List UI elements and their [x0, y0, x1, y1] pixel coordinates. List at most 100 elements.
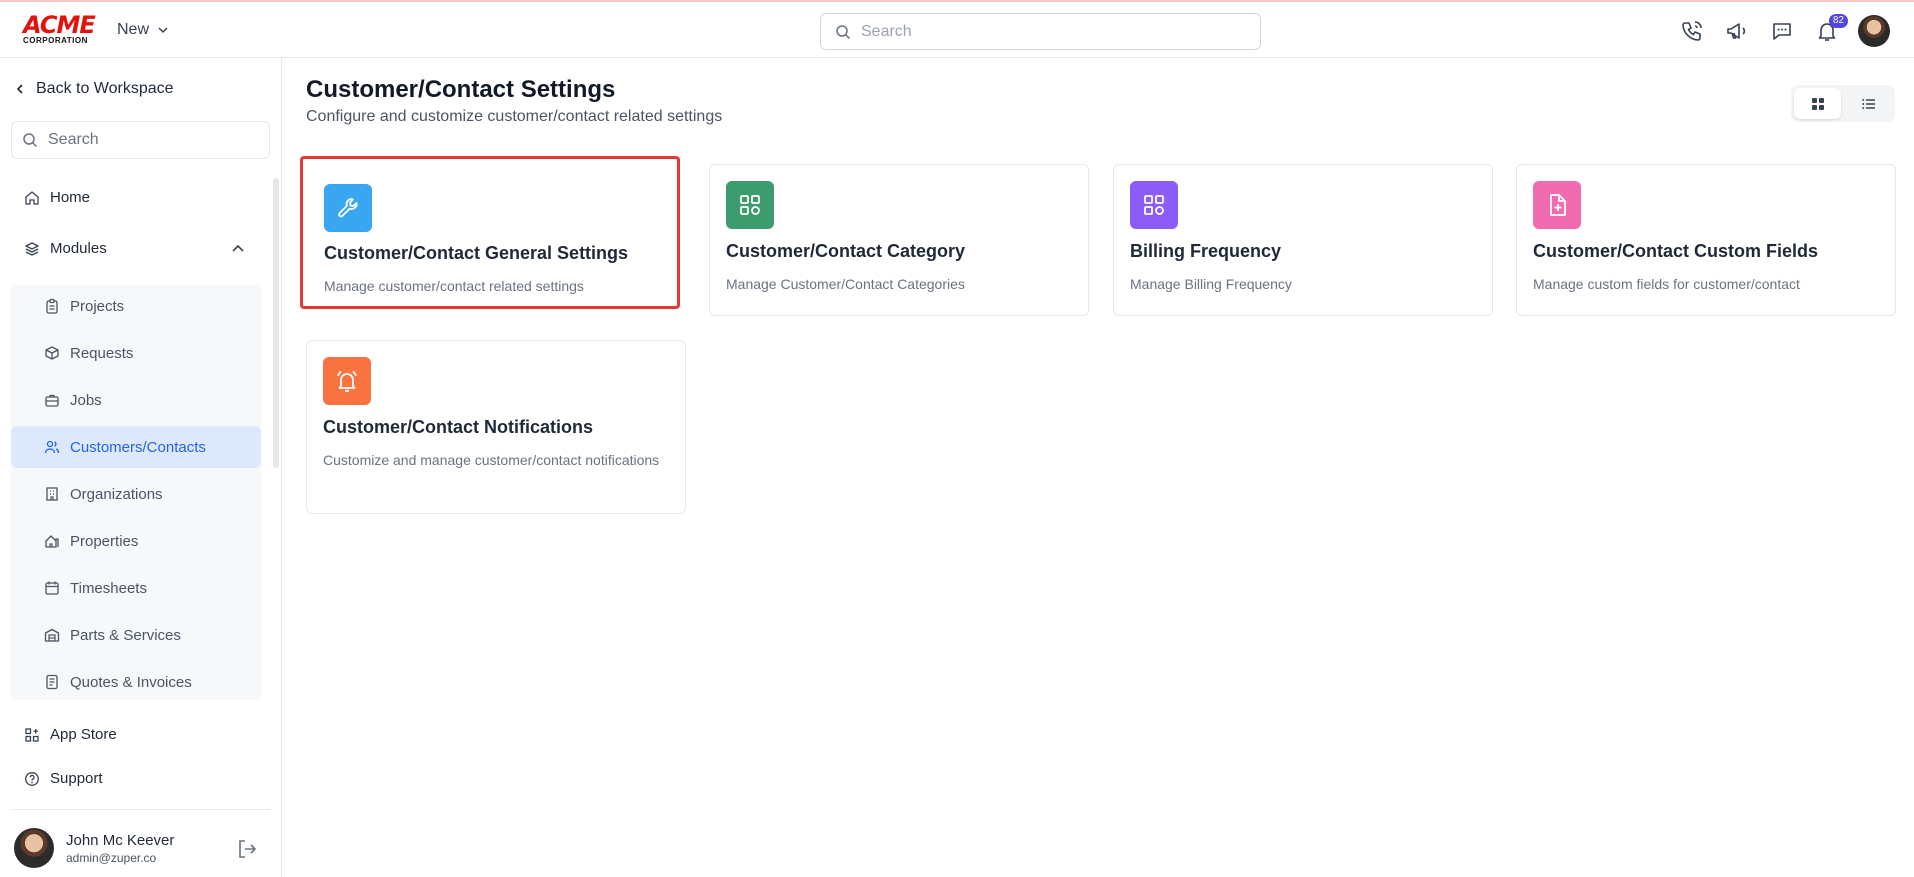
top-bar: ACME CORPORATION New 82	[0, 0, 1914, 58]
sidebar-item-properties[interactable]: Properties	[11, 520, 261, 562]
invoice-icon	[46, 674, 58, 690]
box-icon	[45, 346, 59, 360]
chevron-left-icon	[16, 84, 23, 94]
logo-text: ACME	[23, 11, 96, 39]
bell-icon[interactable]: 82	[1813, 13, 1848, 45]
sidebar-item-label: Support	[50, 770, 103, 787]
back-to-workspace-link[interactable]: Back to Workspace	[14, 80, 174, 98]
sidebar-search-input[interactable]	[48, 131, 248, 149]
card-icon-tile	[323, 357, 371, 405]
settings-card-custom-fields[interactable]: Customer/Contact Custom Fields Manage cu…	[1516, 164, 1896, 316]
card-title: Customer/Contact Custom Fields	[1533, 241, 1819, 261]
card-title: Customer/Contact Category	[726, 241, 966, 261]
user-avatar[interactable]	[1858, 15, 1890, 47]
category-icon	[740, 195, 760, 215]
list-view-icon	[1861, 98, 1875, 109]
clipboard-icon	[46, 298, 58, 314]
card-icon-tile	[726, 181, 774, 229]
new-dropdown-button[interactable]: New	[117, 21, 169, 39]
card-description: Manage customer/contact related settings	[324, 278, 584, 294]
chevron-up-icon[interactable]	[231, 242, 245, 256]
sidebar-item-label: Parts & Services	[70, 626, 181, 644]
chevron-down-icon	[158, 27, 168, 34]
search-icon	[23, 133, 38, 148]
page-title: Customer/Contact Settings	[306, 76, 616, 103]
home-icon	[25, 190, 39, 205]
view-toggle	[1791, 85, 1895, 122]
property-icon	[45, 535, 59, 548]
grid-view-icon	[1811, 97, 1824, 110]
sidebar-item-parts-services[interactable]: Parts & Services	[11, 614, 261, 656]
sidebar-item-organizations[interactable]: Organizations	[11, 473, 261, 515]
sidebar-item-label: Quotes & Invoices	[70, 673, 192, 691]
sidebar-search[interactable]	[11, 121, 270, 159]
sidebar-item-customers-contacts[interactable]: Customers/Contacts	[11, 426, 261, 468]
settings-card-notifications[interactable]: Customer/Contact Notifications Customize…	[306, 340, 686, 514]
card-icon-tile	[1533, 181, 1581, 229]
calendar-icon	[45, 581, 59, 595]
grid-view-button[interactable]	[1794, 88, 1841, 119]
card-description: Manage Billing Frequency	[1130, 276, 1292, 292]
page-subtitle: Configure and customize customer/contact…	[306, 108, 723, 125]
layers-icon	[25, 241, 39, 256]
sidebar-item-label: Properties	[70, 532, 139, 550]
sidebar-item-label: Home	[50, 189, 91, 206]
sidebar-scrollbar[interactable]	[273, 178, 279, 468]
wrench-icon	[338, 198, 358, 218]
global-search-input[interactable]	[861, 22, 1241, 41]
list-view-button[interactable]	[1845, 88, 1892, 119]
card-icon-tile	[1130, 181, 1178, 229]
user-name: John Mc Keever	[66, 831, 175, 849]
sidebar-item-projects[interactable]: Projects	[11, 285, 261, 327]
sidebar-item-label: Customers/Contacts	[70, 438, 206, 456]
category-icon	[1144, 195, 1164, 215]
notification-badge: 82	[1828, 13, 1848, 28]
settings-card-billing-frequency[interactable]: Billing Frequency Manage Billing Frequen…	[1113, 164, 1493, 316]
card-title: Customer/Contact Notifications	[323, 417, 594, 437]
divider	[11, 809, 270, 810]
sidebar-item-label: Projects	[70, 297, 125, 315]
sidebar-item-quotes-invoices[interactable]: Quotes & Invoices	[11, 661, 261, 703]
card-title: Billing Frequency	[1130, 241, 1282, 261]
sidebar-item-label: Timesheets	[70, 579, 147, 597]
back-label: Back to Workspace	[36, 80, 174, 97]
sidebar-item-label: App Store	[50, 726, 117, 743]
modules-submenu: Projects Requests Jobs Customers/Contact…	[11, 285, 261, 700]
logo-subtext: CORPORATION	[23, 36, 88, 45]
card-description: Manage custom fields for customer/contac…	[1533, 276, 1800, 292]
user-email: admin@zuper.co	[66, 850, 157, 865]
settings-card-general[interactable]: Customer/Contact General Settings Manage…	[300, 156, 680, 309]
sidebar-item-support[interactable]: Support	[24, 770, 103, 787]
sidebar-item-home[interactable]: Home	[24, 189, 90, 206]
megaphone-icon[interactable]	[1723, 18, 1750, 45]
card-title: Customer/Contact General Settings	[324, 243, 629, 263]
sidebar: Back to Workspace Home Modules Projects …	[0, 58, 282, 877]
sidebar-item-label: Organizations	[70, 485, 163, 503]
sidebar-item-jobs[interactable]: Jobs	[11, 379, 261, 421]
global-search[interactable]	[820, 13, 1261, 50]
bell-ring-icon	[337, 370, 357, 392]
card-description: Manage Customer/Contact Categories	[726, 276, 965, 292]
sidebar-item-label: Requests	[70, 344, 134, 362]
logout-icon[interactable]	[236, 838, 258, 860]
app-grid-icon	[25, 727, 39, 742]
search-icon	[836, 24, 851, 39]
sidebar-item-timesheets[interactable]: Timesheets	[11, 567, 261, 609]
sidebar-item-label: Modules	[50, 240, 107, 257]
chat-icon[interactable]	[1768, 18, 1795, 45]
new-label: New	[117, 21, 150, 38]
sidebar-item-modules[interactable]: Modules	[24, 240, 107, 257]
file-plus-icon	[1550, 194, 1566, 216]
sidebar-item-requests[interactable]: Requests	[11, 332, 261, 374]
card-icon-tile	[324, 184, 372, 232]
building-icon	[46, 487, 58, 501]
phone-icon[interactable]	[1678, 18, 1705, 45]
warehouse-icon	[44, 628, 60, 642]
user-profile[interactable]: John Mc Keever admin@zuper.co	[14, 828, 174, 868]
sidebar-item-app-store[interactable]: App Store	[24, 726, 117, 743]
company-logo[interactable]: ACME CORPORATION	[23, 11, 96, 46]
card-description: Customize and manage customer/contact no…	[323, 452, 660, 468]
sidebar-item-label: Jobs	[70, 391, 102, 409]
settings-card-category[interactable]: Customer/Contact Category Manage Custome…	[709, 164, 1089, 316]
briefcase-icon	[45, 394, 59, 407]
